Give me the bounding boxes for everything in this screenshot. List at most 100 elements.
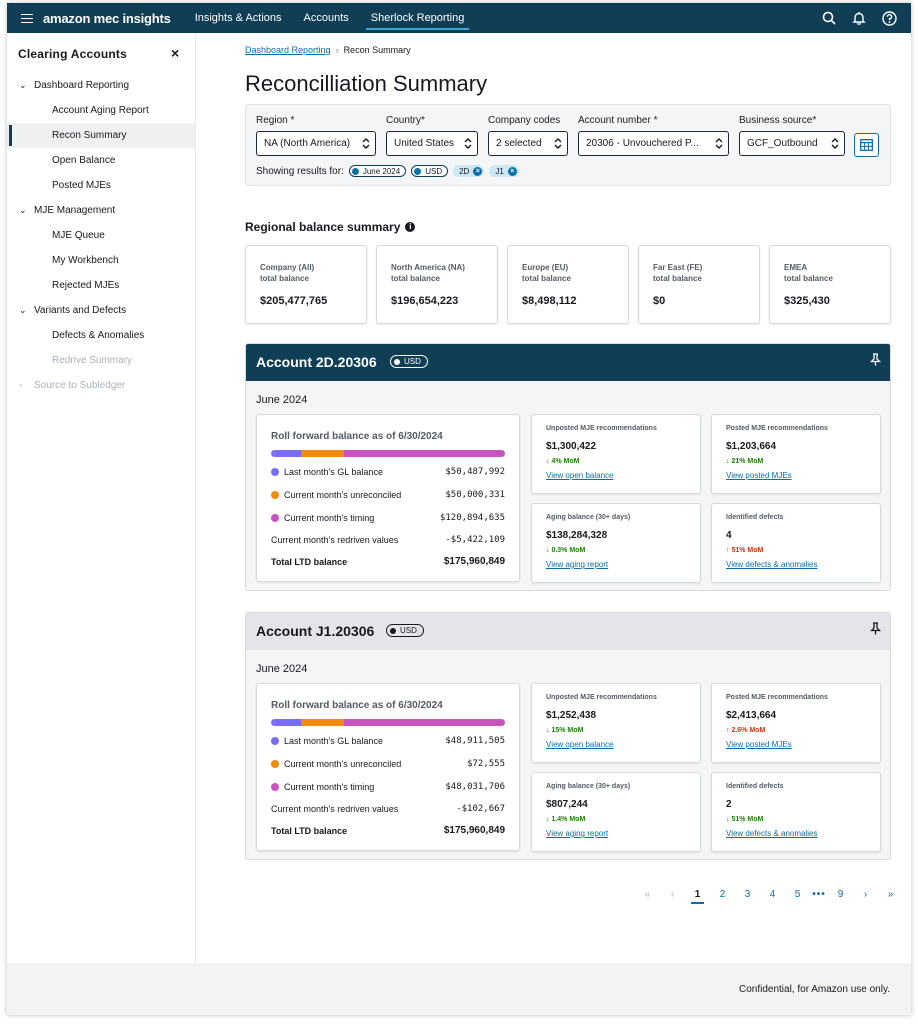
row-label: Current month's timing: [284, 782, 375, 792]
bar-segment-gl: [271, 450, 302, 457]
updown-icon: [554, 138, 562, 149]
view-open-balance-link[interactable]: View open balance: [546, 740, 613, 749]
nav-accounts[interactable]: Accounts: [293, 3, 360, 33]
account-number-value: 20306 - Unvouchered P...: [586, 138, 699, 149]
chip-june-2024[interactable]: June 2024: [348, 165, 407, 177]
updown-icon: [831, 138, 839, 149]
nav-sherlock-reporting[interactable]: Sherlock Reporting: [360, 3, 476, 33]
bell-icon[interactable]: [852, 11, 866, 25]
view-aging-report-link[interactable]: View aging report: [546, 560, 608, 569]
sidebar-group-variants-defects[interactable]: ⌄ Variants and Defects: [7, 298, 195, 323]
rollforward-row: Current month's unreconciled $72,555: [271, 757, 505, 771]
page-button[interactable]: 4: [760, 889, 785, 900]
account-panel-j1: Account J1.20306 USD June 2024 Roll forw…: [245, 612, 891, 860]
sidebar-item-rejected-mjes[interactable]: Rejected MJEs: [7, 273, 195, 298]
bar-segment-timing: [343, 719, 505, 726]
search-icon[interactable]: [822, 11, 836, 25]
view-posted-mjes-link[interactable]: View posted MJEs: [726, 740, 792, 749]
page-button[interactable]: 3: [735, 889, 760, 900]
company-codes-filter: Company codes 2 selected: [488, 115, 568, 156]
sidebar-item-recon-summary[interactable]: Recon Summary: [7, 123, 195, 148]
calendar-icon: [860, 139, 873, 151]
company-codes-select[interactable]: 2 selected: [488, 131, 568, 156]
help-icon[interactable]: [882, 10, 897, 26]
metric-change: ↓ 21% MoM: [726, 458, 764, 465]
prev-page-button[interactable]: ‹: [660, 889, 685, 900]
page-button[interactable]: 2: [710, 889, 735, 900]
view-defects-link[interactable]: View defects & anomalies: [726, 560, 817, 569]
metric-change: ↓ 0.3% MoM: [546, 547, 586, 554]
sidebar-group-label: Dashboard Reporting: [34, 80, 130, 91]
legend-dot: [271, 783, 279, 791]
bar-segment-unreconciled: [301, 719, 344, 726]
regional-card: Far East (FE) total balance $0: [638, 245, 760, 324]
sidebar-item-posted-mjes[interactable]: Posted MJEs: [7, 173, 195, 198]
row-value: $48,031,706: [445, 782, 505, 792]
sidebar-item-my-workbench[interactable]: My Workbench: [7, 248, 195, 273]
next-page-button[interactable]: ›: [853, 889, 878, 900]
sidebar-item-open-balance[interactable]: Open Balance: [7, 148, 195, 173]
business-source-select[interactable]: GCF_Outbound: [739, 131, 845, 156]
country-select[interactable]: United States: [386, 131, 478, 156]
breadcrumb-current: Recon Summary: [343, 45, 411, 55]
pin-icon[interactable]: [870, 622, 881, 635]
sidebar-item-defects-anomalies[interactable]: Defects & Anomalies: [7, 323, 195, 348]
chip-usd[interactable]: USD: [411, 165, 449, 177]
chip-label: J1: [495, 166, 504, 176]
view-aging-report-link[interactable]: View aging report: [546, 829, 608, 838]
regional-card-value: $325,430: [784, 295, 830, 307]
metric-change: ↓ 15% MoM: [546, 727, 584, 734]
bar-segment-timing: [343, 450, 505, 457]
hamburger-icon[interactable]: [21, 13, 33, 24]
regional-summary-title: Regional balance summary: [245, 220, 401, 234]
breadcrumb-link[interactable]: Dashboard Reporting: [245, 45, 331, 55]
rollforward-card: Roll forward balance as of 6/30/2024 Las…: [256, 683, 520, 851]
metric-card-unposted-mje: Unposted MJE recommendations $1,300,422 …: [531, 414, 701, 494]
rollforward-bar: [271, 719, 505, 726]
legend-dot: [271, 737, 279, 745]
first-page-button[interactable]: «: [635, 889, 660, 900]
remove-chip-icon[interactable]: ×: [473, 166, 483, 176]
view-posted-mjes-link[interactable]: View posted MJEs: [726, 471, 792, 480]
sidebar-group-source-to-subledger: › Source to Subledger: [7, 373, 195, 398]
view-defects-link[interactable]: View defects & anomalies: [726, 829, 817, 838]
region-select[interactable]: NA (North America): [256, 131, 376, 156]
row-value: $120,894,635: [439, 513, 505, 523]
metric-card-aging-balance: Aging balance (30+ days) $138,284,328 ↓ …: [531, 503, 701, 583]
region-label: Region *: [256, 115, 295, 126]
account-number-select[interactable]: 20306 - Unvouchered P...: [578, 131, 729, 156]
metric-card-aging-balance: Aging balance (30+ days) $807,244 ↓ 1.4%…: [531, 772, 701, 852]
legend-dot: [271, 468, 279, 476]
nav-insights-actions[interactable]: Insights & Actions: [184, 3, 293, 33]
company-codes-label: Company codes: [488, 115, 561, 126]
metric-value: $807,244: [546, 799, 588, 810]
calendar-button[interactable]: [854, 133, 879, 157]
updown-icon: [362, 138, 370, 149]
sidebar-group-mje-management[interactable]: ⌄ MJE Management: [7, 198, 195, 223]
last-page-button[interactable]: »: [878, 889, 903, 900]
remove-chip-icon[interactable]: ×: [507, 166, 517, 176]
sidebar-group-dashboard-reporting[interactable]: ⌄ Dashboard Reporting: [7, 73, 195, 98]
pin-icon[interactable]: [870, 353, 881, 366]
info-icon[interactable]: i: [405, 222, 416, 232]
close-icon[interactable]: ×: [171, 45, 179, 61]
sidebar-item-account-aging-report[interactable]: Account Aging Report: [7, 98, 195, 123]
page-button[interactable]: 5: [785, 889, 810, 900]
top-nav: amazon mec insights Insights & Actions A…: [7, 3, 911, 33]
row-label: Last month's GL balance: [284, 736, 383, 746]
region-filter: Region * NA (North America): [256, 115, 376, 156]
page-button[interactable]: 9: [828, 889, 853, 900]
metric-label: Aging balance (30+ days): [546, 514, 631, 521]
rollforward-title: Roll forward balance as of 6/30/2024: [271, 700, 443, 711]
metric-label: Identified defects: [726, 783, 784, 790]
showing-label: Showing results for:: [256, 165, 344, 177]
sidebar-item-mje-queue[interactable]: MJE Queue: [7, 223, 195, 248]
rollforward-row: Current month's redriven values -$5,422,1…: [271, 533, 505, 547]
rollforward-row: Current month's timing $120,894,635: [271, 511, 505, 525]
sidebar-group-label: MJE Management: [34, 205, 116, 216]
page-button[interactable]: 1: [685, 889, 710, 904]
view-open-balance-link[interactable]: View open balance: [546, 471, 613, 480]
metric-value: $138,284,328: [546, 530, 608, 541]
brand-logo[interactable]: amazon mec insights: [43, 11, 171, 26]
bar-segment-unreconciled: [301, 450, 344, 457]
